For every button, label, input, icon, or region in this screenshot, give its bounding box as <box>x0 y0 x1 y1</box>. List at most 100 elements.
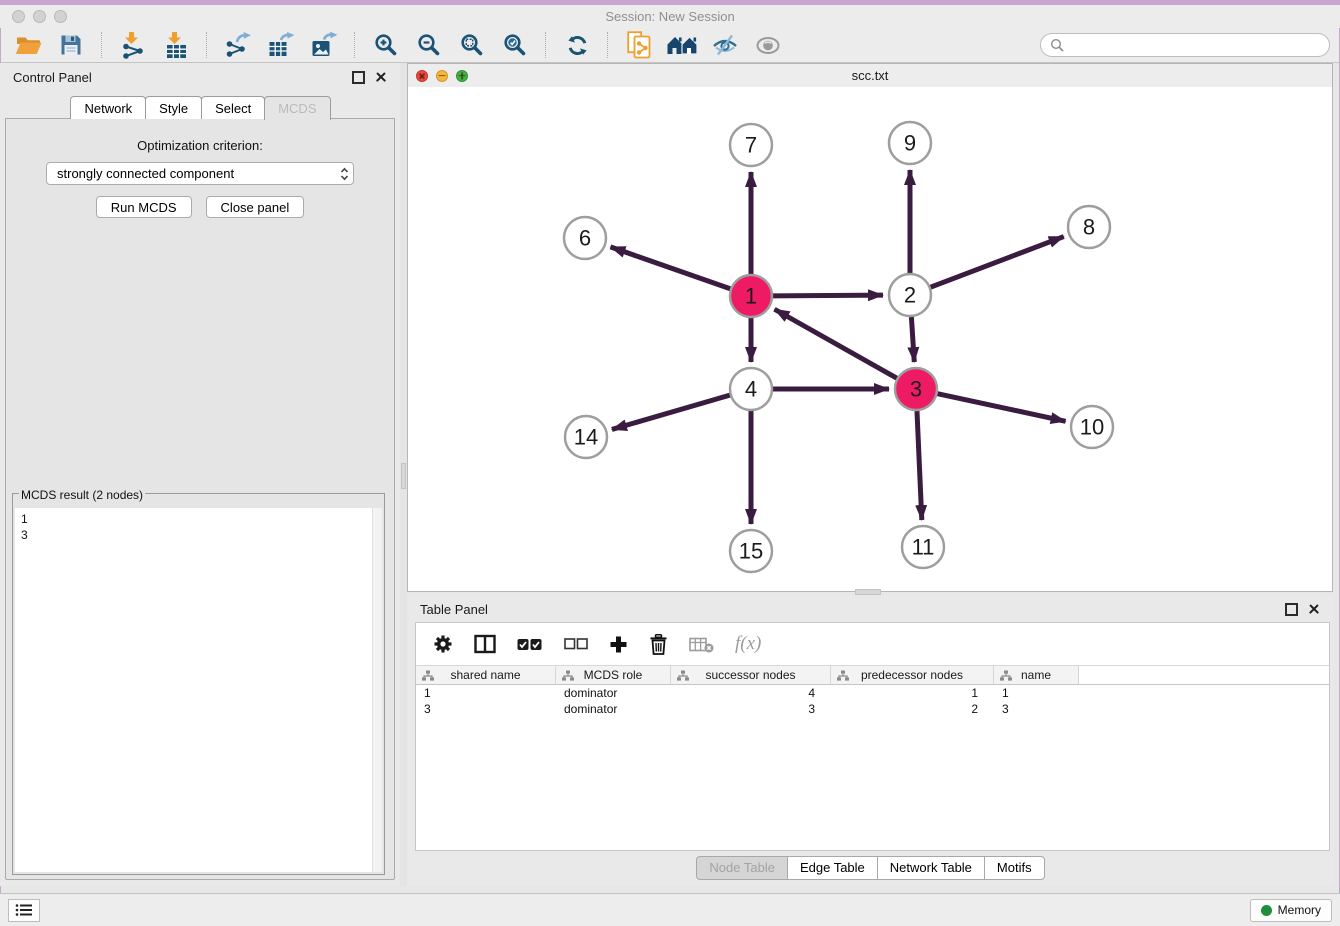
column-tree-icon <box>562 670 574 681</box>
edge-3-10[interactable] <box>938 394 1066 422</box>
export-image-button[interactable] <box>306 30 342 60</box>
search-icon <box>1050 38 1065 53</box>
float-panel-icon[interactable] <box>1285 603 1298 616</box>
import-table-button[interactable] <box>158 30 194 60</box>
zoom-in-button[interactable] <box>368 30 404 60</box>
open-file-button[interactable] <box>10 30 46 60</box>
save-session-button[interactable] <box>53 30 89 60</box>
export-table-icon <box>268 32 295 58</box>
cell-predecessor-nodes: 1 <box>831 686 994 700</box>
eye-slash-icon <box>712 34 738 56</box>
home-layout-button[interactable] <box>664 30 700 60</box>
edge-3-11[interactable] <box>917 411 922 520</box>
mcds-panel: Optimization criterion: strongly connect… <box>5 118 395 880</box>
edge-3-1[interactable] <box>775 309 897 378</box>
close-panel-button[interactable]: Close panel <box>206 196 305 218</box>
tab-style[interactable]: Style <box>145 96 202 119</box>
status-bar: Memory <box>0 893 1340 926</box>
select-all-button[interactable] <box>517 638 543 651</box>
import-network-button[interactable] <box>115 30 151 60</box>
edge-1-6[interactable] <box>610 247 730 289</box>
edge-4-14[interactable] <box>612 395 730 429</box>
tab-motifs[interactable]: Motifs <box>984 856 1045 880</box>
criterion-select[interactable]: strongly connected component <box>46 162 354 185</box>
minimize-view-button[interactable] <box>436 70 448 82</box>
tab-node-table[interactable]: Node Table <box>696 856 788 880</box>
column-header-predecessor-nodes[interactable]: predecessor nodes <box>831 666 994 685</box>
deselect-all-button[interactable] <box>564 638 588 650</box>
close-window-button[interactable] <box>12 10 25 23</box>
cell-mcds-role: dominator <box>556 686 671 700</box>
column-tree-icon <box>1000 670 1012 681</box>
split-panel-button[interactable] <box>474 634 496 654</box>
node-label-11: 11 <box>912 535 935 560</box>
column-label: predecessor nodes <box>861 668 963 682</box>
close-panel-icon[interactable] <box>1308 603 1320 615</box>
column-label: MCDS role <box>584 668 643 682</box>
column-header-name[interactable]: name <box>994 666 1079 685</box>
network-window-titlebar: scc.txt <box>408 64 1332 88</box>
zoom-window-button[interactable] <box>54 10 67 23</box>
column-tree-icon <box>422 670 434 681</box>
show-graphics-details-button[interactable] <box>750 30 786 60</box>
node-label-2: 2 <box>904 283 916 308</box>
export-network-button[interactable] <box>220 30 256 60</box>
table-panel-title: Table Panel <box>420 602 488 617</box>
vertical-splitter[interactable] <box>400 63 407 886</box>
column-tree-icon <box>837 670 849 681</box>
column-header-filler <box>1079 666 1329 685</box>
function-builder-button[interactable]: f(x) <box>735 633 761 655</box>
column-header-mcds-role[interactable]: MCDS role <box>556 666 671 685</box>
result-scrollbar[interactable] <box>372 508 382 872</box>
hide-graphics-details-button[interactable] <box>707 30 743 60</box>
column-header-shared-name[interactable]: shared name <box>416 666 556 685</box>
maximize-view-button[interactable] <box>456 70 468 82</box>
add-row-button[interactable] <box>609 635 628 654</box>
edge-2-8[interactable] <box>931 237 1064 288</box>
column-settings-button[interactable] <box>433 634 453 654</box>
new-network-from-file-button[interactable] <box>621 30 657 60</box>
delete-row-button[interactable] <box>649 634 668 655</box>
node-label-8: 8 <box>1083 215 1095 240</box>
table-toolbar: f(x) <box>416 623 1329 665</box>
table-row[interactable]: 1dominator411 <box>416 685 1329 701</box>
tab-network[interactable]: Network <box>70 96 146 119</box>
gear-icon <box>433 634 453 654</box>
column-label: shared name <box>450 668 520 682</box>
tab-network-table[interactable]: Network Table <box>877 856 985 880</box>
window-controls <box>12 10 67 23</box>
zoom-selected-button[interactable] <box>497 30 533 60</box>
unchecked-boxes-icon <box>564 638 588 650</box>
tab-edge-table[interactable]: Edge Table <box>787 856 878 880</box>
network-canvas[interactable]: 7968124314101511 <box>408 87 1332 591</box>
horizontal-splitter-grip[interactable] <box>855 589 881 595</box>
tab-mcds[interactable]: MCDS <box>264 96 330 120</box>
cell-successor-nodes: 4 <box>671 686 831 700</box>
zoom-fit-button[interactable] <box>454 30 490 60</box>
table-row[interactable]: 3dominator323 <box>416 701 1329 717</box>
toolbar-separator <box>206 32 208 58</box>
edge-1-2[interactable] <box>773 295 883 296</box>
search-input[interactable] <box>1070 37 1320 53</box>
search-box[interactable] <box>1040 33 1330 57</box>
tab-select[interactable]: Select <box>201 96 265 119</box>
split-columns-icon <box>474 634 496 654</box>
run-mcds-button[interactable]: Run MCDS <box>96 196 192 218</box>
close-panel-icon[interactable] <box>375 71 387 83</box>
home-icon <box>667 35 698 55</box>
minimize-window-button[interactable] <box>33 10 46 23</box>
column-header-successor-nodes[interactable]: successor nodes <box>671 666 831 685</box>
edge-2-3[interactable] <box>911 317 914 362</box>
splitter-grip[interactable] <box>401 463 406 489</box>
apply-layout-button[interactable] <box>559 30 595 60</box>
delete-table-button[interactable] <box>689 636 714 653</box>
column-label: successor nodes <box>705 668 795 682</box>
control-panel: Control Panel NetworkStyleSelectMCDS Opt… <box>0 63 400 886</box>
export-table-button[interactable] <box>263 30 299 60</box>
close-view-button[interactable] <box>416 70 428 82</box>
table-panel: Table Panel <box>407 595 1333 886</box>
memory-button[interactable]: Memory <box>1250 899 1332 922</box>
float-panel-icon[interactable] <box>352 71 365 84</box>
zoom-out-button[interactable] <box>411 30 447 60</box>
task-history-button[interactable] <box>8 899 40 922</box>
